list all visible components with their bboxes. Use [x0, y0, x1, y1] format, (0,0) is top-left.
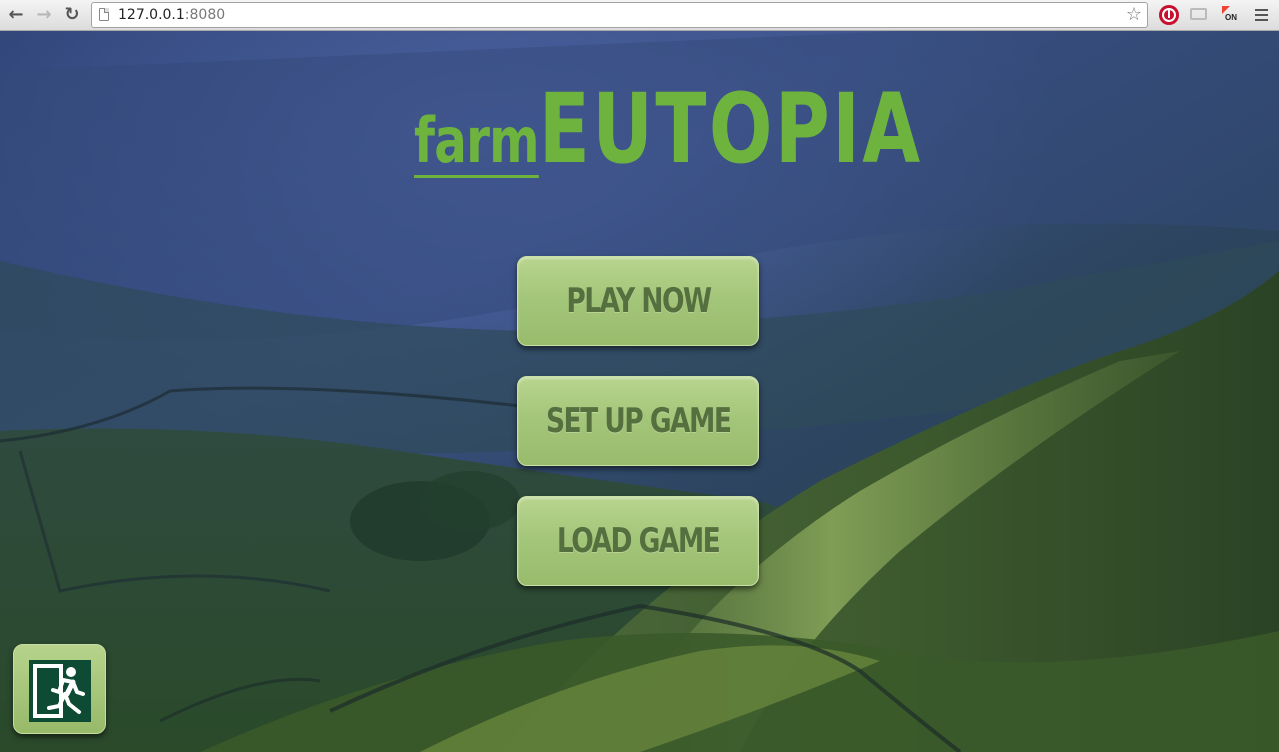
load-game-button[interactable]: LOAD GAME [517, 496, 759, 586]
url-text[interactable]: 127.0.0.1:8080 [118, 7, 225, 23]
browser-toolbar: ← → ↻ 127.0.0.1:8080 ☆ ON [0, 0, 1279, 31]
game-logo: farmEUTOPIA [414, 75, 923, 183]
page-icon [99, 8, 109, 21]
address-bar[interactable]: 127.0.0.1:8080 ☆ [91, 2, 1148, 28]
bookmark-star-icon[interactable]: ☆ [1126, 4, 1142, 25]
reload-icon[interactable]: ↻ [61, 4, 83, 26]
play-now-button[interactable]: PLAY NOW [517, 256, 759, 346]
forward-arrow-icon[interactable]: → [33, 4, 55, 26]
logo-farm-text: farm [414, 104, 540, 178]
stop-extension-icon[interactable] [1159, 5, 1179, 25]
logo-eutopia-text: EUTOPIA [538, 73, 923, 185]
on-extension-icon[interactable]: ON [1220, 5, 1240, 25]
emergency-exit-icon [29, 660, 91, 722]
cast-icon[interactable] [1190, 8, 1207, 20]
set-up-game-button[interactable]: SET UP GAME [517, 376, 759, 466]
play-now-label: PLAY NOW [565, 281, 712, 321]
chrome-menu-icon[interactable] [1255, 9, 1268, 24]
back-arrow-icon[interactable]: ← [5, 4, 27, 26]
url-host: 127.0.0.1 [118, 7, 185, 23]
load-game-label: LOAD GAME [556, 521, 721, 561]
exit-button[interactable] [13, 644, 106, 734]
url-port: :8080 [184, 7, 226, 23]
set-up-game-label: SET UP GAME [545, 401, 732, 441]
